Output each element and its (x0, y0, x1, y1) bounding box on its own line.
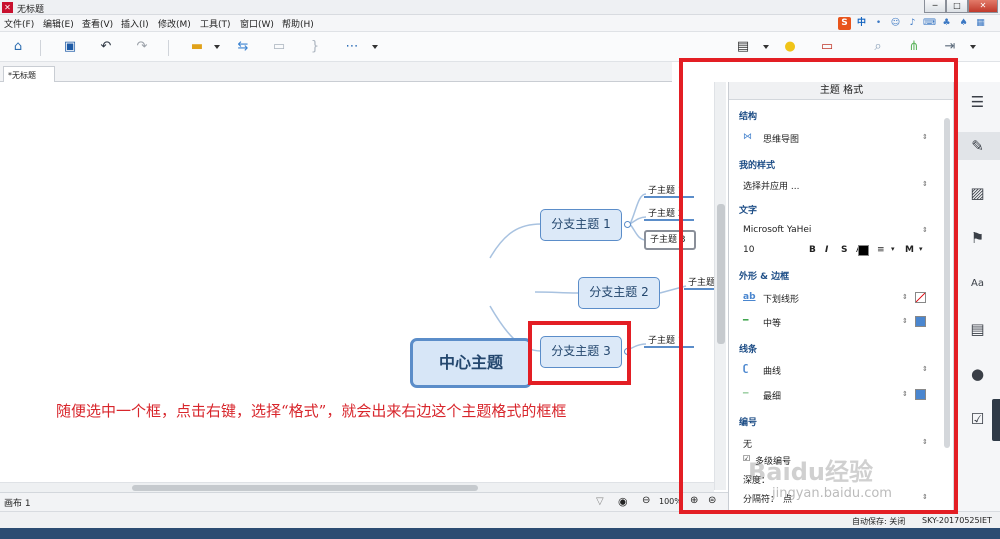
instruction-annotation: 随便选中一个框，点击右键，选择“格式”，就会出来右边这个主题格式的框框 (56, 402, 567, 420)
connector-line (489, 223, 542, 259)
xmind-app-icon: ✕ (2, 2, 13, 13)
branch-topic-2[interactable]: 分支主题 2 (578, 277, 660, 309)
skin-icon[interactable]: ♣ (940, 17, 953, 30)
outline-icon[interactable]: ☰ (954, 88, 1000, 116)
summary-icon[interactable]: } (304, 38, 326, 56)
title-bar: ✕ 无标题 ─ □ ✕ (0, 0, 1000, 15)
chevron-down-icon[interactable] (372, 45, 378, 49)
more-icon[interactable]: ⋯ (342, 38, 362, 56)
keyboard-icon[interactable]: ⌨ (923, 17, 936, 30)
baidu-watermark-url: jingyan.baidu.com (772, 486, 892, 501)
search-icon[interactable]: ⌕ (868, 38, 888, 56)
menu-file[interactable]: 文件(F) (4, 17, 34, 30)
share-icon[interactable]: ⋔ (904, 38, 924, 56)
minimize-button[interactable]: ─ (924, 0, 946, 13)
filter-icon[interactable]: ▽ (596, 496, 604, 507)
mindmap-canvas[interactable]: 中心主题 分支主题 1 分支主题 2 分支主题 3 子主题 1 子主题 2 子主… (0, 82, 714, 482)
window-title: 无标题 (17, 5, 45, 15)
toolbar-divider (168, 40, 169, 56)
close-button[interactable]: ✕ (968, 0, 998, 13)
chevron-down-icon[interactable] (970, 45, 976, 49)
gantt-icon[interactable]: ▭ (816, 38, 838, 56)
toolbar-divider (40, 40, 41, 56)
highlight-box-panel (679, 58, 958, 514)
home-icon[interactable]: ⌂ (8, 38, 28, 56)
chevron-down-icon[interactable] (214, 45, 220, 49)
os-taskbar (0, 528, 1000, 539)
scroll-thumb[interactable] (132, 485, 478, 491)
right-sidebar: ☰ ✎ ▨ ⚑ Aa ▤ ● ☑ (953, 82, 1000, 511)
canvas-horizontal-scrollbar[interactable] (0, 482, 714, 492)
comment-icon[interactable]: ● (954, 360, 1000, 388)
collapse-toggle[interactable] (624, 221, 631, 228)
relationship-icon[interactable]: ⇆ (232, 38, 254, 56)
font-icon[interactable]: Aa (954, 270, 1000, 298)
shirt-icon[interactable]: ♠ (957, 17, 970, 30)
presentation-icon[interactable]: ▤ (733, 38, 753, 56)
ime-mode[interactable]: 中 (855, 17, 868, 30)
computer-name: SKY-20170525IET (922, 516, 992, 525)
format-brush-icon[interactable]: ✎ (954, 132, 1000, 160)
menu-modify[interactable]: 修改(M) (158, 17, 191, 30)
ime-grid-icon[interactable]: ▦ (974, 17, 987, 30)
menu-view[interactable]: 查看(V) (82, 17, 113, 30)
brainstorm-bulb-icon[interactable]: ● (780, 38, 800, 56)
image-icon[interactable]: ▨ (954, 179, 1000, 207)
menu-tools[interactable]: 工具(T) (200, 17, 231, 30)
eye-icon[interactable]: ◉ (618, 495, 628, 508)
sheet-tab[interactable]: 画布 1 (4, 496, 31, 509)
document-tab-strip: *无标题 (0, 62, 672, 83)
boundary-icon[interactable]: ▭ (268, 38, 290, 56)
connector-line (534, 291, 579, 294)
chevron-down-icon[interactable] (763, 45, 769, 49)
status-bar: 画布 1 ▽ ◉ ⊖ 100% ⊕ ⊜ (0, 492, 728, 511)
redo-icon[interactable]: ↷ (132, 38, 152, 56)
insert-topic-icon[interactable]: ▬ (186, 38, 208, 56)
document-tab[interactable]: *无标题 (3, 66, 55, 83)
menu-edit[interactable]: 编辑(E) (43, 17, 74, 30)
emoji-icon[interactable]: ☺ (889, 17, 902, 30)
export-icon[interactable]: ⇥ (940, 38, 960, 56)
notes-icon[interactable]: ▤ (954, 315, 1000, 343)
sidebar-collapse-tab[interactable] (992, 399, 1000, 441)
undo-icon[interactable]: ↶ (96, 38, 116, 56)
marker-flag-icon[interactable]: ⚑ (954, 224, 1000, 252)
branch-topic-1[interactable]: 分支主题 1 (540, 209, 622, 241)
zoom-out-icon[interactable]: ⊖ (642, 495, 650, 506)
mic-icon[interactable]: ♪ (906, 17, 919, 30)
highlight-box-topic (528, 321, 631, 385)
menu-insert[interactable]: 插入(I) (121, 17, 149, 30)
save-icon[interactable]: ▣ (60, 38, 80, 56)
central-topic[interactable]: 中心主题 (410, 338, 532, 388)
menu-window[interactable]: 窗口(W) (240, 17, 274, 30)
punctuation-icon[interactable]: • (872, 17, 885, 30)
sogou-logo-icon[interactable]: S (838, 17, 851, 30)
baidu-watermark: Baidu经验 (748, 458, 873, 486)
autosave-status: 自动保存: 关闭 (852, 517, 906, 526)
ime-toolbar: S 中 • ☺ ♪ ⌨ ♣ ♠ ▦ (838, 17, 987, 31)
maximize-button[interactable]: □ (946, 0, 968, 13)
menu-help[interactable]: 帮助(H) (282, 17, 314, 30)
